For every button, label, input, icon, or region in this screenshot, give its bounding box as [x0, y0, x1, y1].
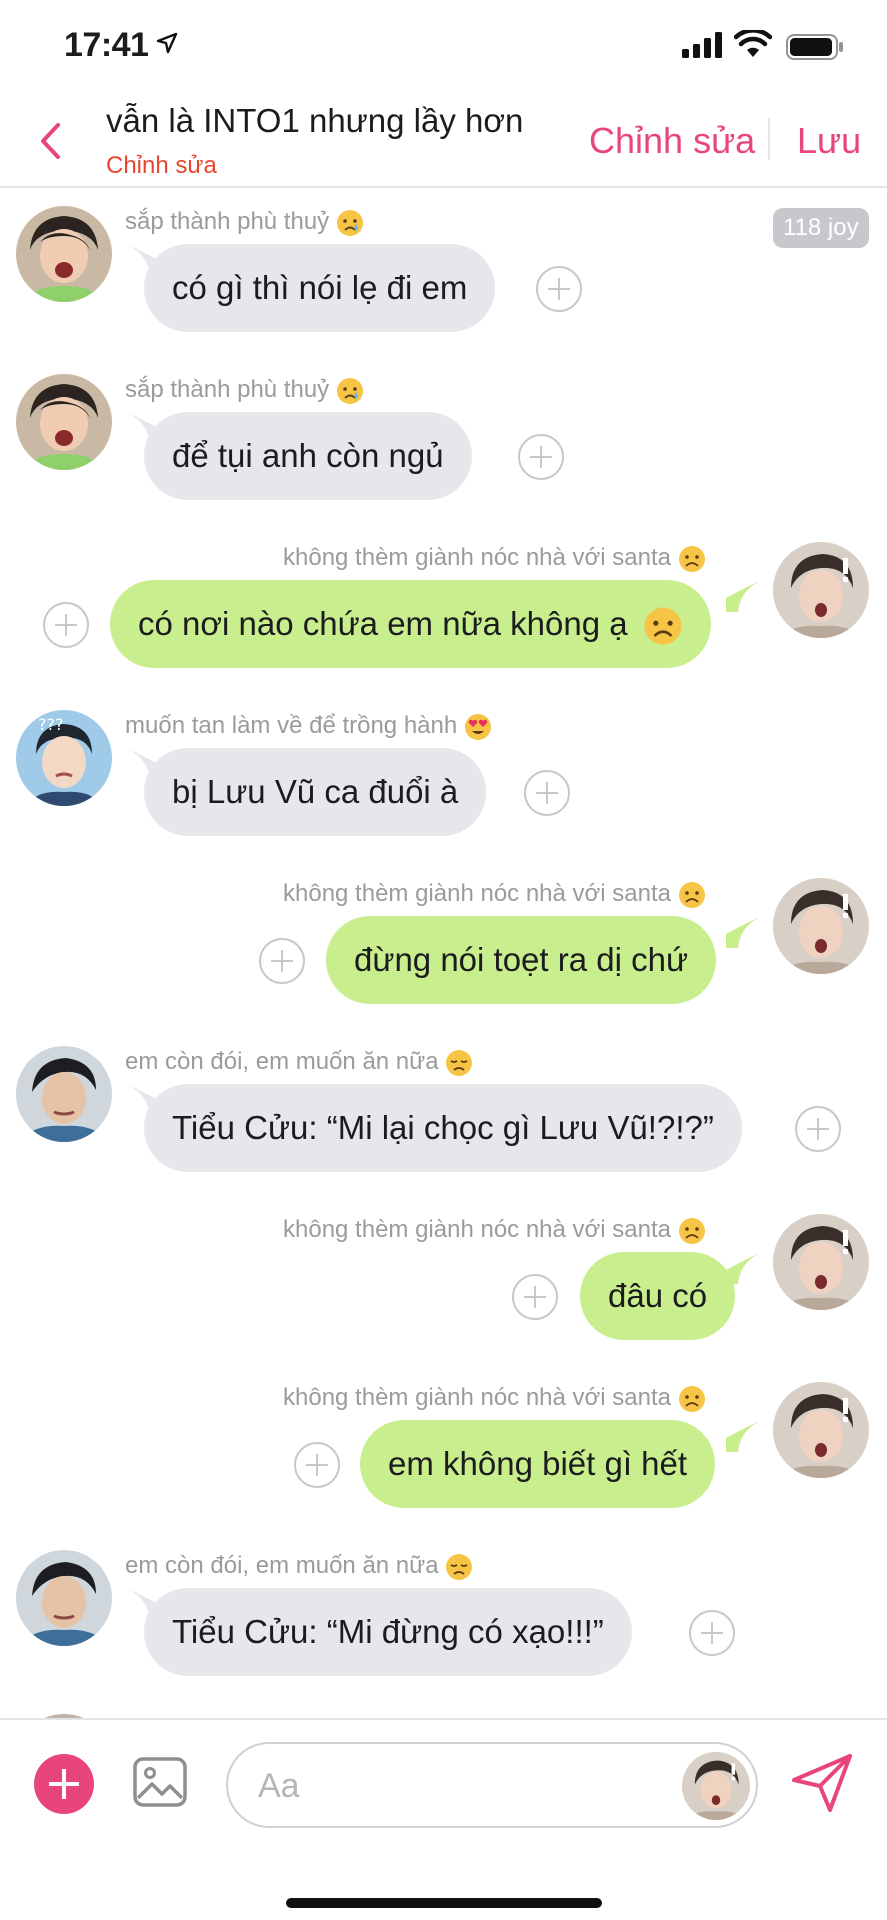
sender-name: em còn đói, em muốn ăn nữa [125, 1048, 473, 1077]
sender-name: không thèm giành nóc nhà với santa [283, 1384, 706, 1413]
sender-name: không thèm giành nóc nhà với santa [283, 544, 706, 573]
message-input[interactable] [258, 1762, 638, 1810]
wifi-icon [734, 30, 772, 57]
avatar[interactable] [773, 1214, 869, 1310]
message-outgoing: không thèm giành nóc nhà với santa em kh… [0, 1382, 887, 1532]
bubble-tail [726, 1420, 762, 1452]
location-arrow-icon [156, 32, 178, 54]
avatar[interactable]: ??? [16, 710, 112, 806]
frowning-face-icon [644, 607, 682, 645]
crying-face-icon [336, 377, 363, 404]
message-incoming: sắp thành phù thuỷ có gì thì nói lẹ đi e… [0, 206, 887, 356]
back-button[interactable] [30, 116, 70, 166]
chat-title: vẫn là INTO1 nhưng lầy hơn [106, 102, 524, 139]
sender-name: không thèm giành nóc nhà với santa [283, 880, 706, 909]
message-bubble[interactable]: bị Lưu Vũ ca đuổi à [144, 748, 487, 836]
message-bubble[interactable]: Tiểu Cửu: “Mi lại chọc gì Lưu Vũ!?!?” [144, 1084, 742, 1172]
header-divider [768, 118, 770, 160]
avatar[interactable] [773, 878, 869, 974]
react-plus-button[interactable] [536, 266, 582, 312]
react-plus-button[interactable] [512, 1274, 558, 1320]
heart-eyes-face-icon [464, 713, 491, 740]
chevron-left-icon [41, 123, 60, 159]
status-time: 17:41 [64, 26, 149, 64]
sender-name-text: sắp thành phù thuỷ [125, 208, 330, 235]
react-plus-button[interactable] [524, 770, 570, 816]
message-outgoing: không thèm giành nóc nhà với santa có nơ… [0, 542, 887, 692]
chat-header: vẫn là INTO1 nhưng lầy hơn Chỉnh sửa Chỉ… [0, 96, 887, 188]
sender-name: không thèm giành nóc nhà với santa [283, 1216, 706, 1245]
avatar[interactable] [773, 1382, 869, 1478]
message-outgoing: không thèm giành nóc nhà với santa đừng … [0, 878, 887, 1028]
sender-name-text: không thèm giành nóc nhà với santa [283, 544, 671, 571]
react-plus-button[interactable] [259, 938, 305, 984]
avatar[interactable] [773, 542, 869, 638]
message-bubble[interactable]: có gì thì nói lẹ đi em [144, 244, 496, 332]
sender-name-text: em còn đói, em muốn ăn nữa [125, 1048, 439, 1075]
persona-avatar[interactable] [682, 1752, 750, 1820]
message-incoming: em còn đói, em muốn ăn nữa Tiểu Cửu: “Mi… [0, 1046, 887, 1196]
bubble-tail [726, 580, 762, 612]
avatar[interactable] [16, 206, 112, 302]
home-indicator [286, 1898, 602, 1908]
chat-message-list[interactable]: 118 joy sắp thành phù thuỷ có gì thì nói… [0, 190, 887, 1718]
cellular-signal-icon [682, 32, 722, 58]
message-bubble[interactable]: Tiểu Cửu: “Mi đừng có xạo!!!” [144, 1588, 632, 1676]
message-bubble[interactable]: có nơi nào chứa em nữa không ạ [110, 580, 711, 668]
react-plus-button[interactable] [294, 1442, 340, 1488]
send-icon[interactable] [790, 1752, 854, 1814]
chat-subtitle-edit-link[interactable]: Chỉnh sửa [106, 152, 217, 180]
avatar[interactable] [16, 1046, 112, 1142]
avatar[interactable] [16, 374, 112, 470]
message-bubble[interactable]: đâu có [580, 1252, 736, 1340]
react-plus-button[interactable] [43, 602, 89, 648]
message-bubble[interactable]: để tụi anh còn ngủ [144, 412, 472, 500]
message-bubble[interactable]: em không biết gì hết [360, 1420, 716, 1508]
sender-name-text: sắp thành phù thuỷ [125, 376, 330, 403]
disappointed-face-icon [446, 1049, 473, 1076]
save-button[interactable]: Lưu [797, 120, 861, 162]
react-plus-button[interactable] [795, 1106, 841, 1152]
message-incoming: ??? muốn tan làm về để trồng hành bị Lưu… [0, 710, 887, 860]
disappointed-face-icon [446, 1553, 473, 1580]
sender-name-text: không thèm giành nóc nhà với santa [283, 1384, 671, 1411]
message-text: có nơi nào chứa em nữa không ạ [138, 605, 628, 642]
composer-bar [0, 1718, 887, 1920]
sender-name-text: không thèm giành nóc nhà với santa [283, 1216, 671, 1243]
sender-name-text: không thèm giành nóc nhà với santa [283, 880, 671, 907]
sender-name: em còn đói, em muốn ăn nữa [125, 1552, 473, 1581]
edit-button[interactable]: Chỉnh sửa [589, 120, 755, 162]
sender-name: muốn tan làm về để trồng hành [125, 712, 492, 741]
frowning-face-icon [678, 545, 705, 572]
message-incoming: em còn đói, em muốn ăn nữa Tiểu Cửu: “Mi… [0, 1550, 887, 1700]
react-plus-button[interactable] [518, 434, 564, 480]
sender-name-text: muốn tan làm về để trồng hành [125, 712, 458, 739]
bubble-tail [726, 916, 762, 948]
sender-name-text: em còn đói, em muốn ăn nữa [125, 1552, 439, 1579]
crying-face-icon [336, 209, 363, 236]
message-input-wrapper [226, 1742, 758, 1828]
frowning-face-icon [678, 881, 705, 908]
sender-name: sắp thành phù thuỷ [125, 208, 364, 237]
sender-name: sắp thành phù thuỷ [125, 376, 364, 405]
react-plus-button[interactable] [689, 1610, 735, 1656]
message-outgoing: không thèm giành nóc nhà với santa đâu c… [0, 1214, 887, 1364]
status-bar: 17:41 [0, 0, 887, 96]
avatar[interactable] [16, 1550, 112, 1646]
frowning-face-icon [678, 1217, 705, 1244]
message-bubble[interactable]: đừng nói toẹt ra dị chứ [326, 916, 717, 1004]
add-button[interactable] [34, 1754, 94, 1814]
message-incoming: sắp thành phù thuỷ để tụi anh còn ngủ [0, 374, 887, 524]
battery-icon [786, 34, 843, 60]
frowning-face-icon [678, 1385, 705, 1412]
svg-text:???: ??? [38, 715, 63, 734]
image-icon[interactable] [132, 1754, 188, 1810]
